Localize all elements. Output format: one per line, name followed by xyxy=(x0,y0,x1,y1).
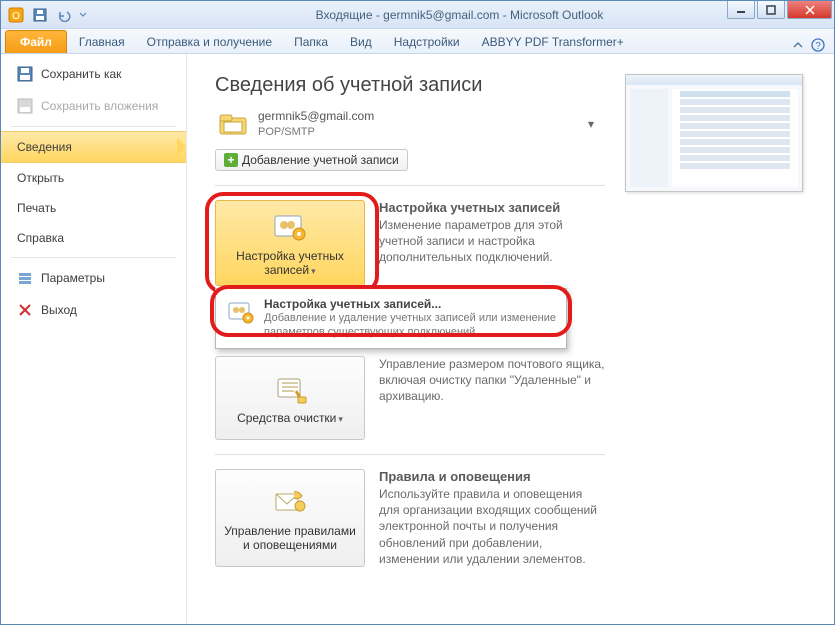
tab-view[interactable]: Вид xyxy=(340,31,382,53)
nav-label: Сохранить вложения xyxy=(41,99,158,113)
tab-file[interactable]: Файл xyxy=(5,30,67,53)
account-settings-small-icon xyxy=(226,297,256,327)
section-body: Используйте правила и оповещения для орг… xyxy=(379,486,605,567)
page-title: Сведения об учетной записи xyxy=(215,74,605,97)
ribbon-minimize-icon[interactable] xyxy=(790,37,806,53)
qat-save-icon[interactable] xyxy=(29,5,51,25)
nav-save-as[interactable]: Сохранить как xyxy=(1,58,186,90)
backstage-nav: Сохранить как Сохранить вложения Сведени… xyxy=(1,54,187,623)
nav-label: Параметры xyxy=(41,271,105,285)
dropdown-item-title: Настройка учетных записей... xyxy=(264,297,556,311)
tab-folder[interactable]: Папка xyxy=(284,31,338,53)
dropdown-item-account-settings[interactable]: Настройка учетных записей... Добавление … xyxy=(218,291,564,346)
button-label: Настройка учетных записей xyxy=(236,249,344,277)
title-bar: O Входящие - germnik5@gmail.com - Micros… xyxy=(1,1,834,29)
save-as-icon xyxy=(17,66,33,82)
minimize-button[interactable] xyxy=(727,1,755,19)
nav-options[interactable]: Параметры xyxy=(1,262,186,294)
ribbon-tabs: Файл Главная Отправка и получение Папка … xyxy=(1,29,834,54)
nav-print[interactable]: Печать xyxy=(1,193,186,223)
account-email: germnik5@gmail.com xyxy=(258,109,580,125)
account-settings-button[interactable]: Настройка учетных записей▾ xyxy=(215,200,365,286)
account-type: POP/SMTP xyxy=(258,125,580,139)
cleanup-tools-icon xyxy=(272,371,308,407)
nav-label: Печать xyxy=(17,201,56,215)
qat-customize-icon[interactable] xyxy=(77,5,89,25)
section-title: Настройка учетных записей xyxy=(379,200,605,215)
nav-label: Выход xyxy=(41,303,77,317)
chevron-down-icon: ▾ xyxy=(588,117,602,131)
cleanup-tools-button[interactable]: Средства очистки▾ xyxy=(215,356,365,440)
nav-label: Сведения xyxy=(17,140,72,154)
svg-text:O: O xyxy=(12,11,20,22)
tab-home[interactable]: Главная xyxy=(69,31,135,53)
rules-alerts-button[interactable]: Управление правилами и оповещениями xyxy=(215,469,365,567)
add-account-button[interactable]: + Добавление учетной записи xyxy=(215,149,408,171)
section-body: Управление размером почтового ящика, вкл… xyxy=(379,356,605,405)
button-label: Средства очистки xyxy=(237,411,336,425)
add-account-label: Добавление учетной записи xyxy=(242,153,399,167)
account-folder-icon xyxy=(218,108,250,140)
nav-help[interactable]: Справка xyxy=(1,223,186,253)
close-button[interactable] xyxy=(787,1,832,19)
backstage-content: Сведения об учетной записи germnik5@gmai… xyxy=(187,54,834,623)
section-body: Изменение параметров для этой учетной за… xyxy=(379,217,605,266)
maximize-button[interactable] xyxy=(757,1,785,19)
nav-label: Открыть xyxy=(17,171,64,185)
nav-info[interactable]: Сведения xyxy=(1,131,186,163)
account-settings-icon xyxy=(272,209,308,245)
save-attachments-icon xyxy=(17,98,33,114)
nav-exit[interactable]: Выход xyxy=(1,294,186,326)
nav-label: Сохранить как xyxy=(41,67,121,81)
nav-label: Справка xyxy=(17,231,64,245)
tab-send-receive[interactable]: Отправка и получение xyxy=(137,31,282,53)
rules-alerts-icon xyxy=(272,484,308,520)
nav-open[interactable]: Открыть xyxy=(1,163,186,193)
account-selector[interactable]: germnik5@gmail.com POP/SMTP ▾ xyxy=(215,105,605,143)
tab-abbyy[interactable]: ABBYY PDF Transformer+ xyxy=(472,31,634,53)
button-label: Управление правилами и оповещениями xyxy=(222,524,358,552)
tab-addins[interactable]: Надстройки xyxy=(384,31,470,53)
account-settings-dropdown: Настройка учетных записей... Добавление … xyxy=(215,288,567,349)
nav-save-attachments: Сохранить вложения xyxy=(1,90,186,122)
section-title: Правила и оповещения xyxy=(379,469,605,484)
svg-text:?: ? xyxy=(815,41,821,52)
window-title: Входящие - germnik5@gmail.com - Microsof… xyxy=(89,8,830,22)
print-preview-thumbnail xyxy=(625,74,803,192)
outlook-app-icon[interactable]: O xyxy=(5,5,27,25)
dropdown-item-desc: Добавление и удаление учетных записей ил… xyxy=(264,311,556,340)
exit-icon xyxy=(17,302,33,318)
qat-undo-icon[interactable] xyxy=(53,5,75,25)
help-icon[interactable]: ? xyxy=(810,37,826,53)
plus-icon: + xyxy=(224,153,238,167)
options-icon xyxy=(17,270,33,286)
